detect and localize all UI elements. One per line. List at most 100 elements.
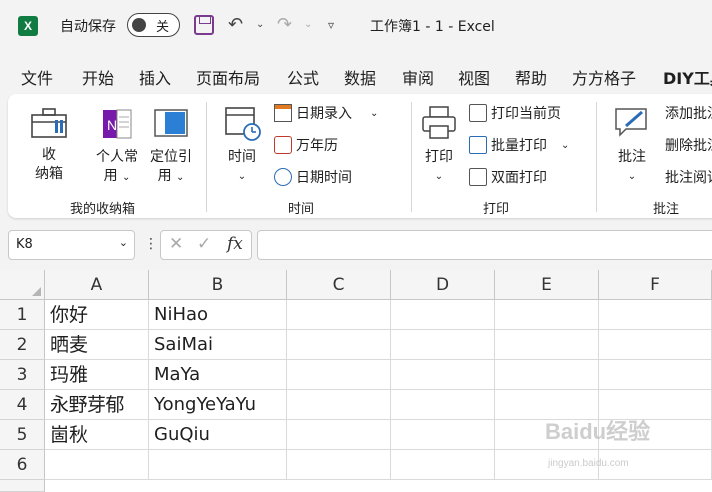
cell[interactable] — [495, 360, 599, 390]
cell[interactable] — [149, 450, 287, 480]
column-header-c[interactable]: C — [287, 270, 391, 300]
more-options-icon[interactable]: ⋮ — [144, 236, 158, 252]
cell-b1[interactable]: NiHao — [149, 300, 287, 330]
tab-review[interactable]: 审阅 — [402, 65, 434, 89]
toolbox-icon — [31, 108, 67, 138]
cell[interactable] — [287, 300, 391, 330]
cell[interactable] — [599, 300, 712, 330]
insert-function-icon[interactable]: fx — [227, 234, 243, 254]
cell[interactable] — [391, 450, 495, 480]
print-current-page-button[interactable]: 打印当前页 — [469, 103, 561, 123]
watermark: Baidu经验 — [545, 419, 651, 444]
cell-a5[interactable]: 崮秋 — [45, 420, 149, 450]
personal-common-button[interactable]: N 个人常 用 ⌄ — [92, 106, 142, 187]
cell[interactable] — [599, 330, 712, 360]
cell-b2[interactable]: SaiMai — [149, 330, 287, 360]
row-header-3[interactable]: 3 — [0, 360, 45, 390]
cell[interactable] — [495, 330, 599, 360]
cell-a4[interactable]: 永野芽郁 — [45, 390, 149, 420]
calendar-label: 万年历 — [296, 138, 338, 154]
print-button[interactable]: 打印 ⌄ — [418, 104, 460, 186]
date-entry-button[interactable]: 日期录入 ⌄ — [274, 103, 378, 123]
row-header-7[interactable] — [0, 480, 45, 492]
personal-label-1: 个人常 — [96, 149, 138, 165]
save-icon[interactable] — [194, 15, 214, 35]
calendar-clock-icon — [225, 107, 261, 141]
tab-page-layout[interactable]: 页面布局 — [196, 65, 260, 89]
cell-a1[interactable]: 你好 — [45, 300, 149, 330]
tab-home[interactable]: 开始 — [82, 65, 114, 89]
group-separator — [596, 102, 597, 212]
cell[interactable] — [287, 330, 391, 360]
row-header-4[interactable]: 4 — [0, 390, 45, 420]
group-label-storage: 我的收纳箱 — [70, 202, 136, 217]
name-box[interactable]: K8 ⌄ — [8, 230, 135, 260]
duplex-print-button[interactable]: 双面打印 — [469, 167, 547, 187]
row-header-6[interactable]: 6 — [0, 450, 45, 480]
cell[interactable] — [287, 360, 391, 390]
cell-a2[interactable]: 晒麦 — [45, 330, 149, 360]
redo-icon[interactable]: ↷ — [277, 14, 292, 35]
document-title: 工作簿1 - 1 - Excel — [370, 19, 495, 35]
title-bar: X 自动保存 关 ↶ ⌄ ↷ ⌄ ▿ 工作簿1 - 1 - Excel — [0, 0, 712, 50]
cell-a3[interactable]: 玛雅 — [45, 360, 149, 390]
cell[interactable] — [287, 390, 391, 420]
name-box-dropdown-icon[interactable]: ⌄ — [119, 236, 128, 249]
confirm-icon[interactable]: ✓ — [197, 234, 211, 254]
cell[interactable] — [599, 360, 712, 390]
row-header-2[interactable]: 2 — [0, 330, 45, 360]
cell-b4[interactable]: YongYeYaYu — [149, 390, 287, 420]
read-comment-label: 批注阅读 — [665, 170, 712, 186]
batch-print-button[interactable]: 批量打印 ⌄ — [469, 135, 569, 155]
group-label-comment: 批注 — [653, 202, 680, 217]
undo-icon[interactable]: ↶ — [228, 14, 243, 35]
comment-label: 批注 — [618, 149, 646, 165]
cell[interactable] — [391, 330, 495, 360]
cell[interactable] — [495, 300, 599, 330]
tab-formulas[interactable]: 公式 — [287, 65, 319, 89]
date-time-button[interactable]: 日期时间 — [274, 167, 352, 187]
tab-diy-toolbox[interactable]: DIY工具箱 — [663, 65, 712, 89]
cell[interactable] — [391, 360, 495, 390]
add-comment-label: 添加批注 — [665, 106, 712, 122]
select-all-corner[interactable] — [0, 270, 45, 300]
cell[interactable] — [287, 450, 391, 480]
column-header-e[interactable]: E — [495, 270, 599, 300]
tab-view[interactable]: 视图 — [458, 65, 490, 89]
tab-fangfang[interactable]: 方方格子 — [572, 65, 636, 89]
cancel-icon[interactable]: ✕ — [169, 234, 183, 254]
undo-dropdown-icon[interactable]: ⌄ — [256, 19, 264, 30]
cell[interactable] — [391, 420, 495, 450]
tab-insert[interactable]: 插入 — [139, 65, 171, 89]
add-comment-button[interactable]: 添加批注 — [665, 103, 712, 123]
cell-b5[interactable]: GuQiu — [149, 420, 287, 450]
tab-help[interactable]: 帮助 — [515, 65, 547, 89]
formula-input[interactable] — [257, 230, 712, 260]
time-button[interactable]: 时间 ⌄ — [220, 104, 264, 186]
cell[interactable] — [391, 390, 495, 420]
tab-data[interactable]: 数据 — [344, 65, 376, 89]
date-time-label: 日期时间 — [296, 170, 352, 186]
delete-comment-button[interactable]: 删除批注 — [665, 135, 712, 155]
read-comment-button[interactable]: 批注阅读 — [665, 167, 712, 187]
row-header-1[interactable]: 1 — [0, 300, 45, 330]
locate-reference-button[interactable]: 定位引 用 ⌄ — [146, 106, 196, 187]
calendar-icon — [274, 136, 292, 154]
column-header-a[interactable]: A — [45, 270, 149, 300]
column-header-f[interactable]: F — [599, 270, 712, 300]
row-header-5[interactable]: 5 — [0, 420, 45, 450]
cell[interactable] — [45, 450, 149, 480]
comment-button[interactable]: 批注 ⌄ — [610, 104, 654, 186]
redo-dropdown-icon[interactable]: ⌄ — [304, 19, 312, 30]
autosave-toggle[interactable]: 关 — [127, 13, 180, 37]
cell[interactable] — [287, 420, 391, 450]
storage-button[interactable]: 收 纳箱 — [26, 106, 72, 184]
tab-file[interactable]: 文件 — [21, 65, 53, 89]
column-header-b[interactable]: B — [149, 270, 287, 300]
locate-panel-icon — [154, 109, 188, 137]
perpetual-calendar-button[interactable]: 万年历 — [274, 135, 338, 155]
cell[interactable] — [391, 300, 495, 330]
cell-b3[interactable]: MaYa — [149, 360, 287, 390]
customize-toolbar-icon[interactable]: ▿ — [328, 18, 334, 32]
column-header-d[interactable]: D — [391, 270, 495, 300]
